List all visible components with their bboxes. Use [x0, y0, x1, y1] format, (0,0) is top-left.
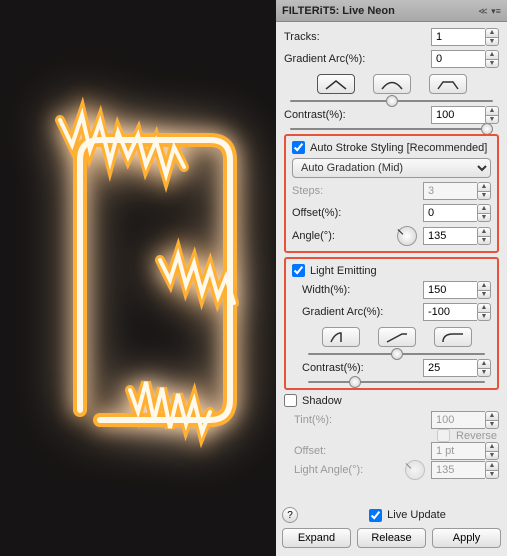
angle-label: Angle(°):	[292, 230, 391, 242]
shadow-offset-step-down[interactable]: ▼	[485, 451, 499, 460]
le-width-step-up[interactable]: ▲	[477, 281, 491, 290]
auto-stroke-label: Auto Stroke Styling [Recommended]	[310, 142, 487, 154]
steps-input	[423, 182, 477, 200]
arc-shape-buttons	[284, 74, 499, 94]
contrast-step-up[interactable]: ▲	[485, 106, 499, 115]
gradient-arc-slider[interactable]	[290, 100, 493, 102]
le-gradarc-step-down[interactable]: ▼	[477, 312, 491, 321]
le-gradarc-input[interactable]	[423, 303, 477, 321]
shadow-lightangle-knob	[405, 460, 425, 480]
le-gradarc-slider[interactable]	[308, 353, 485, 355]
shadow-offset-input	[431, 442, 485, 460]
le-contrast-label: Contrast(%):	[302, 362, 417, 374]
arc-triangle-button[interactable]	[317, 74, 355, 94]
tracks-input[interactable]	[431, 28, 485, 46]
angle-step-down[interactable]: ▼	[477, 236, 491, 245]
steps-step-up[interactable]: ▲	[477, 182, 491, 191]
offset-label: Offset(%):	[292, 207, 417, 219]
arc-flat-button[interactable]	[429, 74, 467, 94]
shadow-lightangle-label: Light Angle(°):	[294, 464, 399, 476]
live-update-checkbox[interactable]	[369, 509, 382, 522]
le-arc-convex-button[interactable]	[434, 327, 472, 347]
contrast-row: Contrast(%): ▲▼	[284, 106, 499, 124]
le-contrast-step-up[interactable]: ▲	[477, 359, 491, 368]
contrast-slider[interactable]	[290, 128, 493, 130]
expand-button[interactable]: Expand	[282, 528, 351, 548]
shadow-tint-step-up[interactable]: ▲	[485, 411, 499, 420]
angle-step-up[interactable]: ▲	[477, 227, 491, 236]
shadow-offset-label: Offset:	[294, 445, 425, 457]
collapse-icon[interactable]: ≪	[478, 6, 488, 17]
preview-pane	[0, 0, 276, 556]
le-gradarc-label: Gradient Arc(%):	[302, 306, 417, 318]
shadow-tint-step-down[interactable]: ▼	[485, 420, 499, 429]
angle-input[interactable]	[423, 227, 477, 245]
steps-label: Steps:	[292, 185, 417, 197]
le-width-input[interactable]	[423, 281, 477, 299]
angle-knob[interactable]	[397, 226, 417, 246]
arc-rounded-button[interactable]	[373, 74, 411, 94]
le-contrast-input[interactable]	[423, 359, 477, 377]
contrast-label: Contrast(%):	[284, 109, 425, 121]
release-button[interactable]: Release	[357, 528, 426, 548]
le-width-step-down[interactable]: ▼	[477, 290, 491, 299]
neon-artwork	[0, 0, 276, 556]
tracks-step-down[interactable]: ▼	[485, 37, 499, 46]
shadow-lightangle-input	[431, 461, 485, 479]
shadow-tint-label: Tint(%):	[294, 414, 425, 426]
steps-step-down[interactable]: ▼	[477, 191, 491, 200]
offset-step-up[interactable]: ▲	[477, 204, 491, 213]
light-emitting-label: Light Emitting	[310, 265, 377, 277]
gradient-arc-label: Gradient Arc(%):	[284, 53, 425, 65]
auto-stroke-checkbox[interactable]	[292, 141, 305, 154]
shadow-tint-input	[431, 411, 485, 429]
tracks-row: Tracks: ▲▼	[284, 28, 499, 46]
gradient-arc-input[interactable]	[431, 50, 485, 68]
shadow-reverse-label: Reverse	[456, 430, 497, 442]
le-contrast-slider[interactable]	[308, 381, 485, 383]
le-arc-linear-button[interactable]	[378, 327, 416, 347]
shadow-reverse-checkbox	[437, 429, 450, 442]
shadow-offset-step-up[interactable]: ▲	[485, 442, 499, 451]
menu-icon[interactable]: ▾≡	[491, 6, 501, 17]
shadow-lightangle-step-down[interactable]: ▼	[485, 470, 499, 479]
light-emitting-group: Light Emitting Width(%): ▲▼ Gradient Arc…	[284, 257, 499, 390]
tracks-step-up[interactable]: ▲	[485, 28, 499, 37]
offset-input[interactable]	[423, 204, 477, 222]
panel-titlebar: FILTERiT5: Live Neon ≪ ▾≡	[276, 0, 507, 22]
apply-button[interactable]: Apply	[432, 528, 501, 548]
le-gradarc-step-up[interactable]: ▲	[477, 303, 491, 312]
contrast-input[interactable]	[431, 106, 485, 124]
filter-panel: FILTERiT5: Live Neon ≪ ▾≡ Tracks: ▲▼ Gra…	[276, 0, 507, 556]
help-button[interactable]: ?	[282, 507, 298, 523]
le-arc-concave-button[interactable]	[322, 327, 360, 347]
light-emitting-checkbox[interactable]	[292, 264, 305, 277]
gradient-arc-step-up[interactable]: ▲	[485, 50, 499, 59]
gradient-arc-step-down[interactable]: ▼	[485, 59, 499, 68]
gradation-select[interactable]: Auto Gradation (Mid)	[292, 158, 491, 178]
shadow-checkbox[interactable]	[284, 394, 297, 407]
panel-title: FILTERiT5: Live Neon	[282, 5, 478, 17]
gradient-arc-row: Gradient Arc(%): ▲▼	[284, 50, 499, 68]
live-update-label: Live Update	[387, 509, 446, 521]
shadow-label: Shadow	[302, 395, 342, 407]
le-width-label: Width(%):	[302, 284, 417, 296]
auto-stroke-group: Auto Stroke Styling [Recommended] Auto G…	[284, 134, 499, 253]
tracks-label: Tracks:	[284, 31, 425, 43]
shadow-lightangle-step-up[interactable]: ▲	[485, 461, 499, 470]
offset-step-down[interactable]: ▼	[477, 213, 491, 222]
